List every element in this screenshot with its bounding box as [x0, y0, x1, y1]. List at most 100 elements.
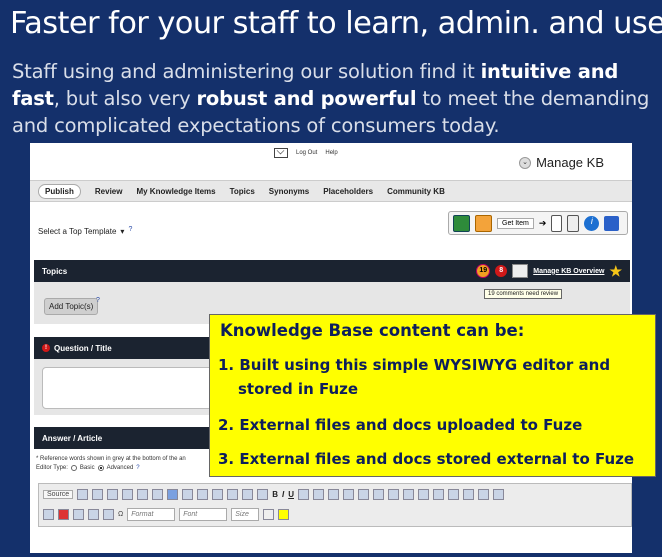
help-icon[interactable]: ? [96, 297, 100, 304]
editor-toolbar-row-1: Source B I U [39, 484, 631, 504]
callout-heading: Knowledge Base content can be: [220, 321, 525, 340]
strike-icon[interactable] [297, 488, 309, 500]
slide-title: Faster for your staff to learn, admin. a… [10, 6, 662, 41]
format-select[interactable]: Format [127, 507, 176, 521]
chart-icon[interactable] [512, 264, 529, 278]
bullet-list-icon[interactable] [357, 488, 369, 500]
horizontal-rule-icon[interactable] [88, 508, 99, 520]
alerts-badge[interactable]: 8 [495, 265, 508, 277]
align-center-icon[interactable] [417, 488, 429, 500]
superscript-icon[interactable] [327, 488, 339, 500]
underline-button[interactable]: U [288, 490, 294, 499]
add-topic-button[interactable]: Add Topic(s) [44, 298, 99, 315]
align-left-icon[interactable] [402, 488, 414, 500]
save-icon[interactable] [453, 214, 470, 232]
editor-advanced-label: Advanced [106, 465, 134, 471]
help-icon[interactable]: ? [136, 465, 139, 471]
callout-item-3: 3. External files and docs stored extern… [218, 450, 635, 468]
recycle-icon[interactable] [604, 215, 620, 231]
question-title: Question / Title [54, 343, 112, 353]
answer-title: Answer / Article [42, 433, 103, 443]
top-links: Log Out Help [274, 148, 338, 158]
help-icon[interactable]: ? [128, 226, 132, 233]
editor-toolbar: Source B I U Ω Format Font Size [38, 483, 632, 527]
size-select[interactable]: Size [231, 507, 260, 521]
manage-kb-overview-link[interactable]: Manage KB Overview [533, 268, 604, 275]
callout-item-2: 2. External files and docs uploaded to F… [218, 416, 583, 434]
editor-toolbar-row-2: Ω Format Font Size [39, 504, 631, 524]
print-icon[interactable] [152, 488, 164, 500]
paste-text-icon[interactable] [122, 488, 134, 500]
link-icon[interactable] [462, 488, 474, 500]
editor-basic-label: Basic [79, 465, 95, 471]
kb-content-callout: Knowledge Base content can be: 1. Built … [209, 314, 656, 477]
dropdown-arrow-icon: ▾ [120, 227, 125, 236]
go-arrow-icon[interactable]: ➔ [539, 218, 547, 229]
tab-community-kb[interactable]: Community KB [387, 187, 445, 196]
editor-advanced-radio[interactable] [97, 465, 104, 471]
remove-format-icon[interactable] [257, 488, 269, 500]
help-link[interactable]: Help [325, 150, 337, 156]
subscript-icon[interactable] [312, 488, 324, 500]
item-toolbar: Get Item ➔ i [448, 211, 628, 235]
justify-icon[interactable] [447, 488, 459, 500]
bg-color-icon[interactable] [278, 508, 290, 520]
unlink-icon[interactable] [477, 488, 489, 500]
alert-icon: ! [42, 344, 50, 352]
mail-icon[interactable] [274, 148, 288, 158]
font-select[interactable]: Font [179, 507, 228, 521]
anchor-icon[interactable] [492, 488, 504, 500]
copy-document-icon[interactable] [567, 214, 580, 232]
manage-kb-label: Manage KB [536, 155, 604, 170]
image-icon[interactable] [43, 508, 54, 520]
comments-badge[interactable]: 19 [476, 264, 491, 278]
editor-basic-radio[interactable] [70, 465, 77, 471]
text-color-icon[interactable] [263, 508, 275, 520]
info-icon[interactable]: i [584, 215, 600, 231]
topics-header: Topics 19 8 Manage KB Overview ★ [34, 260, 630, 282]
manage-kb-menu[interactable]: ⌄ Manage KB [519, 155, 604, 170]
numbered-list-icon[interactable] [342, 488, 354, 500]
tab-placeholders[interactable]: Placeholders [323, 187, 373, 196]
flash-icon[interactable] [58, 508, 69, 520]
chevron-down-icon: ⌄ [519, 156, 532, 169]
source-button[interactable]: Source [43, 489, 74, 499]
outdent-icon[interactable] [372, 488, 384, 500]
select-all-icon[interactable] [242, 488, 254, 500]
paste-word-icon[interactable] [137, 488, 149, 500]
tab-synonyms[interactable]: Synonyms [269, 187, 309, 196]
copy-icon[interactable] [92, 488, 104, 500]
topics-badges: 19 8 Manage KB Overview ★ [476, 264, 622, 278]
special-char-icon[interactable]: Ω [118, 511, 123, 518]
table-icon[interactable] [73, 508, 84, 520]
logout-link[interactable]: Log Out [296, 150, 317, 156]
bold-button[interactable]: B [272, 490, 278, 499]
smiley-icon[interactable] [103, 508, 114, 520]
template-select[interactable]: Select a Top Template ▾ ? [38, 226, 132, 236]
replace-icon[interactable] [227, 488, 239, 500]
find-icon[interactable] [212, 488, 224, 500]
editor-type-label: Editor Type: [36, 465, 68, 471]
callout-item-1: 1. Built using this simple WYSIWYG edito… [218, 356, 611, 374]
italic-button[interactable]: I [282, 490, 284, 499]
tab-review[interactable]: Review [95, 187, 123, 196]
tab-my-knowledge-items[interactable]: My Knowledge Items [136, 187, 215, 196]
get-item-button[interactable]: Get Item [497, 217, 534, 229]
slide-subtitle: Staff using and administering our soluti… [12, 60, 650, 137]
search-icon[interactable] [475, 214, 492, 232]
spellcheck-icon[interactable] [167, 488, 179, 500]
tab-publish[interactable]: Publish [38, 183, 81, 199]
reference-note: * Reference words shown in grey at the b… [36, 456, 186, 462]
nav-tabs: Publish Review My Knowledge Items Topics… [30, 180, 632, 202]
tab-topics[interactable]: Topics [230, 187, 255, 196]
new-document-icon[interactable] [551, 214, 563, 232]
redo-icon[interactable] [197, 488, 209, 500]
topics-title: Topics [42, 266, 68, 276]
indent-icon[interactable] [387, 488, 399, 500]
paste-icon[interactable] [107, 488, 119, 500]
undo-icon[interactable] [182, 488, 194, 500]
cut-icon[interactable] [77, 488, 89, 500]
template-select-value: Select a Top Template [38, 227, 117, 236]
align-right-icon[interactable] [432, 488, 444, 500]
star-icon[interactable]: ★ [609, 264, 622, 278]
